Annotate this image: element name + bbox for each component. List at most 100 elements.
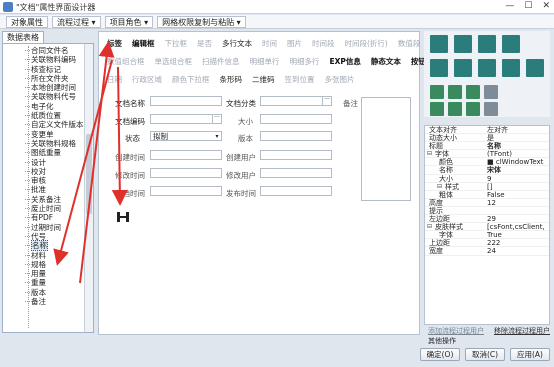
property-value[interactable]: 222 xyxy=(487,239,549,247)
chevron-down-icon[interactable]: ▾ xyxy=(213,132,221,140)
tree-item[interactable]: 名称 xyxy=(7,240,85,252)
control-tool-button[interactable]: 明细多行 xyxy=(290,56,320,67)
property-row[interactable]: 粗体 False xyxy=(425,191,549,199)
center-vertical-icon[interactable] xyxy=(454,59,472,77)
align-top-icon[interactable] xyxy=(478,35,496,53)
label-memo[interactable]: 备注 xyxy=(343,98,358,109)
control-tool-button[interactable]: 二维码 xyxy=(252,74,275,85)
tree-item[interactable]: 版本 xyxy=(7,288,85,297)
control-tool-button[interactable]: 下拉框 xyxy=(165,38,188,49)
control-tool-button[interactable]: 静态文本 xyxy=(371,56,401,67)
ok-button[interactable]: 确定(O) xyxy=(420,348,460,361)
label-create-time[interactable]: 创建时间 xyxy=(115,152,145,163)
tree-scrollbar[interactable] xyxy=(84,44,93,332)
control-tool-button[interactable]: EXP信息 xyxy=(330,56,361,67)
property-value[interactable]: [] xyxy=(487,183,549,191)
control-tool-button[interactable]: 行政区域 xyxy=(132,74,162,85)
browse-icon[interactable]: ··· xyxy=(322,96,331,106)
tree-item[interactable]: 自定义文件版本 xyxy=(7,120,85,129)
property-row[interactable]: 上边距 222 xyxy=(425,239,549,248)
property-row[interactable]: 名称 宋体 xyxy=(425,166,549,175)
control-tool-button[interactable]: 时间 xyxy=(262,38,277,49)
property-row[interactable]: ⊟ 皮肤样式 [csFont,csClient, xyxy=(425,223,549,232)
cancel-button[interactable]: 取消(C) xyxy=(465,348,505,361)
same-size-icon[interactable] xyxy=(526,59,544,77)
space-decrease-icon[interactable] xyxy=(466,85,480,99)
property-value[interactable]: False xyxy=(487,191,549,199)
collapse-icon[interactable]: ⊟ xyxy=(427,223,432,231)
align-right-icon[interactable] xyxy=(454,35,472,53)
space-increase-icon[interactable] xyxy=(448,85,462,99)
input-memo[interactable] xyxy=(361,97,411,201)
menu-project-role[interactable]: 项目角色 ▾ xyxy=(104,15,154,28)
label-state[interactable]: 状态 xyxy=(125,133,140,144)
vspace-decrease-icon[interactable] xyxy=(466,102,480,116)
tree-item[interactable]: 所在文件夹 xyxy=(7,74,85,83)
label-doc-name[interactable]: 文档名称 xyxy=(115,98,145,109)
input-doc-name[interactable] xyxy=(150,96,222,106)
property-value[interactable]: 是 xyxy=(487,134,549,142)
property-row[interactable]: 文本对齐 左对齐 xyxy=(425,126,549,135)
tree-item[interactable]: 关联物料规格 xyxy=(7,139,85,148)
control-tool-button[interactable]: 扫描件信息 xyxy=(202,56,240,67)
center-horizontal-icon[interactable] xyxy=(430,59,448,77)
property-value[interactable]: True xyxy=(487,231,549,239)
tree-item[interactable]: 规格 xyxy=(7,260,85,269)
input-create-time[interactable] xyxy=(150,150,222,160)
align-left-icon[interactable] xyxy=(430,35,448,53)
label-create-user[interactable]: 创建用户 xyxy=(226,152,256,163)
tree-item[interactable]: 重量 xyxy=(7,278,85,287)
control-tool-button[interactable]: 明细单行 xyxy=(250,56,280,67)
input-doc-cat[interactable]: ··· xyxy=(260,96,332,106)
select-state[interactable]: 拟制 ▾ xyxy=(150,131,222,141)
input-create-user[interactable] xyxy=(260,150,332,160)
input-size[interactable] xyxy=(260,114,332,124)
tree-item[interactable]: 关联物料代号 xyxy=(7,92,85,101)
label-size[interactable]: 大小 xyxy=(238,116,253,127)
apply-button[interactable]: 应用(A) xyxy=(510,348,550,361)
property-row[interactable]: 颜色 ■ clWindowText xyxy=(425,158,549,167)
control-tool-button[interactable]: 时间段(折行) xyxy=(345,38,388,49)
property-row[interactable]: ⊟ 样式[] xyxy=(425,183,549,191)
vspace-increase-icon[interactable] xyxy=(448,102,462,116)
control-tool-button[interactable]: 数值组合框 xyxy=(107,56,145,67)
collapse-icon[interactable]: ⊟ xyxy=(427,150,432,158)
property-row[interactable]: 高度 12 xyxy=(425,199,549,207)
tree-item[interactable]: 用量 xyxy=(7,269,85,278)
menu-grid-permission[interactable]: 网格权限复制与粘贴 ▾ xyxy=(157,15,246,28)
input-modify-time[interactable] xyxy=(150,168,222,178)
same-width-icon[interactable] xyxy=(478,59,496,77)
tree-item[interactable]: 变更单 xyxy=(7,130,85,139)
property-row[interactable]: 动态大小 是 xyxy=(425,134,549,143)
input-doc-code[interactable]: ··· xyxy=(150,114,222,124)
tree-item[interactable]: 电子化 xyxy=(7,102,85,111)
property-value[interactable]: ■ clWindowText xyxy=(487,158,549,166)
control-tool-button[interactable]: 是否 xyxy=(197,38,212,49)
property-row[interactable]: 大小 9 xyxy=(425,175,549,183)
label-archive-time[interactable]: 归档时间 xyxy=(115,188,145,199)
property-value[interactable]: 宋体 xyxy=(487,166,549,174)
control-tool-button[interactable]: 单选组合框 xyxy=(155,56,193,67)
tree-item[interactable]: 材料 xyxy=(7,251,85,260)
placed-label-marker-icon[interactable] xyxy=(117,212,129,222)
vspace-remove-icon[interactable] xyxy=(484,102,498,116)
tree-item[interactable]: 关联物料编码 xyxy=(7,55,85,64)
control-tool-button[interactable]: 多张图片 xyxy=(325,74,355,85)
property-row[interactable]: 标题 名称 xyxy=(425,142,549,151)
label-modify-time[interactable]: 修改时间 xyxy=(115,170,145,181)
control-tool-button[interactable]: 时间段 xyxy=(312,38,335,49)
minimize-icon[interactable]: — xyxy=(505,1,514,11)
label-doc-cat[interactable]: 文档分类 xyxy=(226,98,256,109)
label-version[interactable]: 版本 xyxy=(238,133,253,144)
collapse-icon[interactable]: ⊟ xyxy=(437,183,442,191)
tree-item[interactable]: 图纸重量 xyxy=(7,148,85,157)
same-height-icon[interactable] xyxy=(502,59,520,77)
browse-icon[interactable]: ··· xyxy=(212,114,221,124)
tree-item[interactable]: 过期时间 xyxy=(7,223,85,232)
property-value[interactable]: 名称 xyxy=(487,142,549,150)
control-tool-button[interactable]: 签到位置 xyxy=(285,74,315,85)
property-row[interactable]: ⊟ 字体 (TFont) xyxy=(425,150,549,159)
property-row[interactable]: 宽度 24 xyxy=(425,247,549,256)
link-remove-flow-user[interactable]: 移除流程过程用户 xyxy=(494,326,550,336)
tree-item[interactable]: 纸质位置 xyxy=(7,111,85,120)
